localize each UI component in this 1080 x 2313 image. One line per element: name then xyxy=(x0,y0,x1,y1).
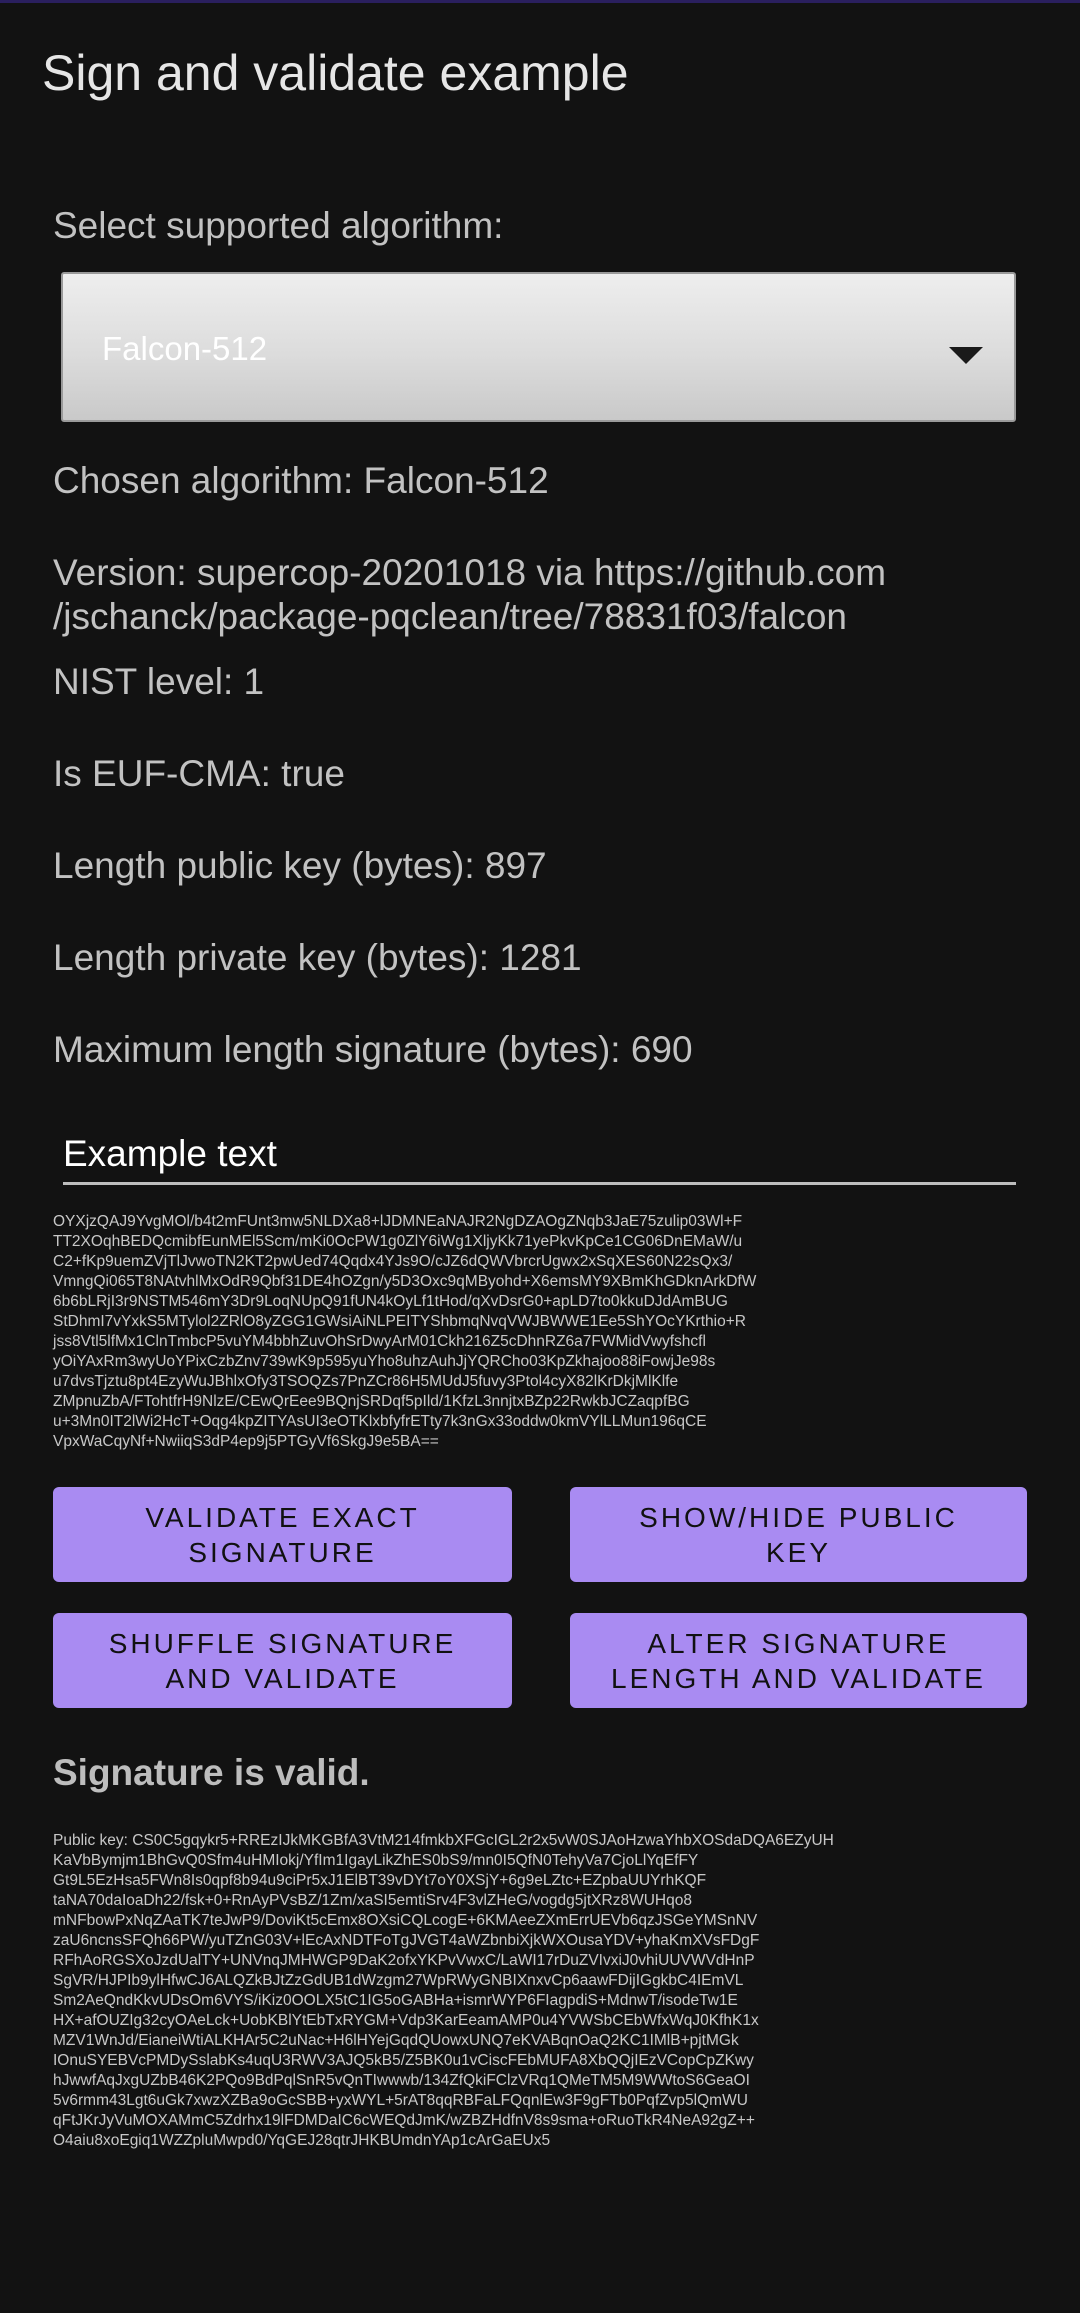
shuffle-signature-button[interactable]: SHUFFLE SIGNATURE AND VALIDATE xyxy=(53,1613,512,1708)
nist-level-text: NIST level: 1 xyxy=(53,661,265,702)
show-hide-public-key-button[interactable]: SHOW/HIDE PUBLIC KEY xyxy=(570,1487,1027,1582)
version-text-line2: /jschanck/package-pqclean/tree/78831f03/… xyxy=(53,596,847,637)
algorithm-dropdown[interactable]: Falcon-512 xyxy=(61,272,1016,422)
private-key-length-text: Length private key (bytes): 1281 xyxy=(53,937,582,978)
public-key-length-text: Length public key (bytes): 897 xyxy=(53,845,547,886)
euf-cma-text: Is EUF-CMA: true xyxy=(53,753,345,794)
algorithm-dropdown-value: Falcon-512 xyxy=(102,330,268,367)
algorithm-select-label: Select supported algorithm: xyxy=(53,205,504,246)
public-key-text: Public key: CS0C5gqykr5+RREzIJkMKGBfA3Vt… xyxy=(53,1832,834,2149)
version-text-line1: Version: supercop-20201018 via https://g… xyxy=(53,552,887,593)
chosen-algorithm-text: Chosen algorithm: Falcon-512 xyxy=(53,460,549,501)
alter-signature-length-button[interactable]: ALTER SIGNATURE LENGTH AND VALIDATE xyxy=(570,1613,1027,1708)
max-signature-length-text: Maximum length signature (bytes): 690 xyxy=(53,1029,693,1070)
chevron-down-icon xyxy=(949,347,983,364)
example-text-input[interactable] xyxy=(63,1125,1016,1185)
signature-text: OYXjzQAJ9YvgMOl/b4t2mFUnt3mw5NLDXa8+lJDM… xyxy=(53,1213,757,1450)
validation-status-text: Signature is valid. xyxy=(53,1752,370,1793)
status-strip xyxy=(0,0,1080,3)
validate-exact-signature-button[interactable]: VALIDATE EXACT SIGNATURE xyxy=(53,1487,512,1582)
page-title: Sign and validate example xyxy=(42,45,629,101)
